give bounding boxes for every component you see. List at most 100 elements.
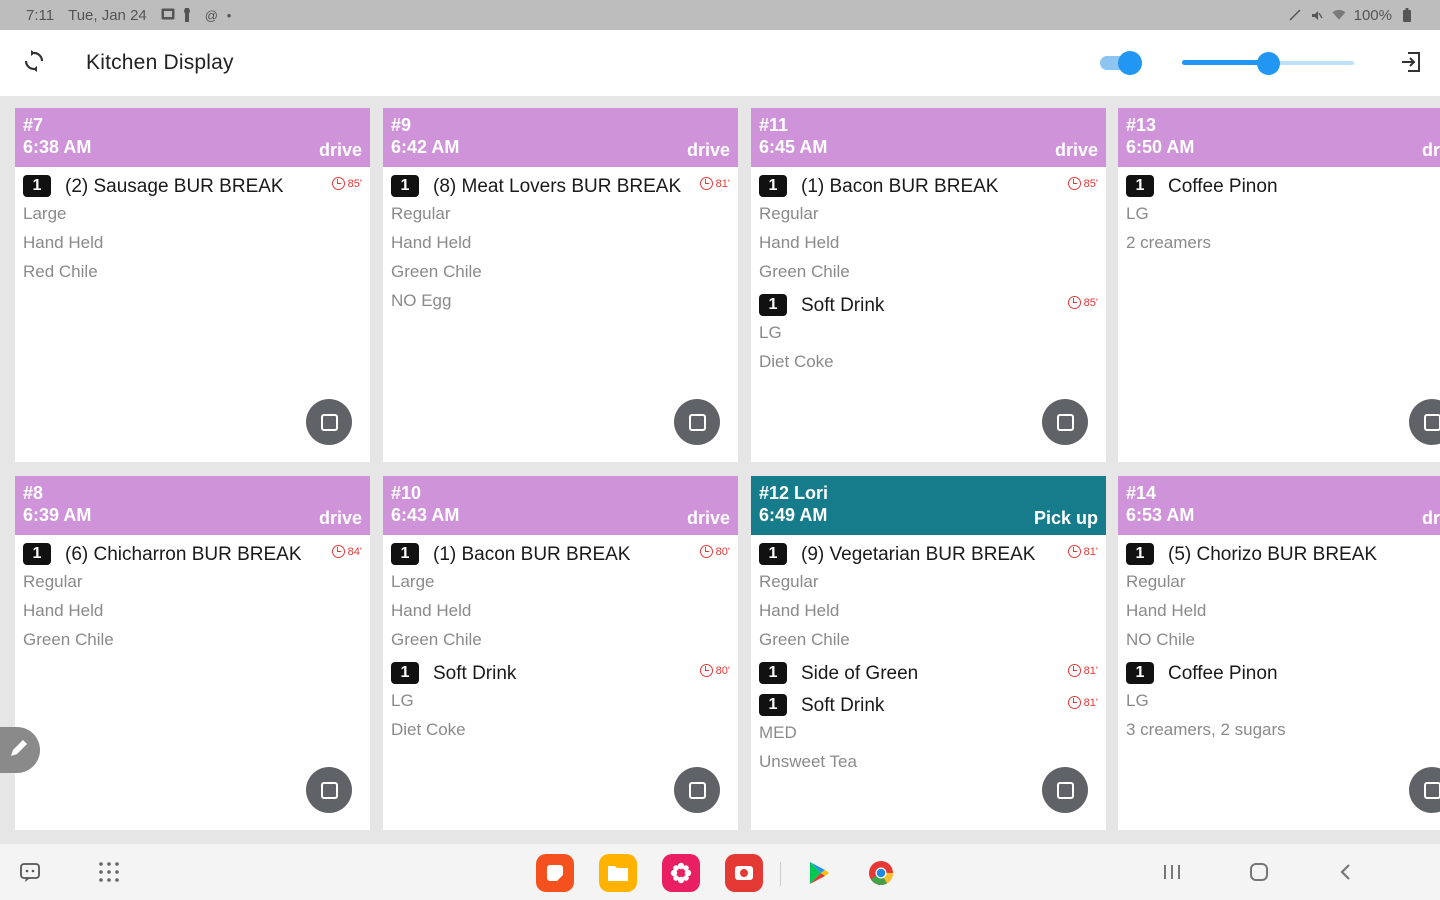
item-name: (1) Bacon BUR BREAK (801, 176, 999, 197)
order-card[interactable]: #12 Lori 6:49 AM Pick up 1 (9) Vegetarian BU… (751, 476, 1106, 830)
item-modifier: NO Chile (1126, 630, 1195, 649)
item-modifier: Hand Held (391, 233, 472, 252)
order-header[interactable]: #7 6:38 AM drive (15, 108, 370, 167)
order-item[interactable]: 1 (2) Sausage BUR BREAK 85' Large Hand Held R… (23, 175, 362, 286)
order-item[interactable]: 1 Coffee Pinon LG 3 creamers, 2 sugars (1126, 662, 1440, 744)
order-item[interactable]: 1 (1) Bacon BUR BREAK 80' Large Hand Held Gre… (391, 543, 730, 654)
bump-order-button[interactable] (674, 767, 720, 813)
order-item[interactable]: 1 (5) Chorizo BUR BREAK Regular Hand Held NO… (1126, 543, 1440, 654)
item-name: (5) Chorizo BUR BREAK (1168, 544, 1378, 565)
back-button[interactable] (1328, 856, 1364, 892)
item-name: (6) Chicharron BUR BREAK (65, 544, 302, 565)
bump-order-button[interactable] (306, 399, 352, 445)
dock-app-files-icon[interactable] (599, 854, 637, 892)
dock-app-chrome-icon[interactable] (862, 854, 900, 892)
order-card[interactable]: #9 6:42 AM drive 1 (8) Meat Lovers BUR BREAK… (383, 108, 738, 462)
item-timer: 85' (1067, 296, 1098, 309)
order-item[interactable]: 1 (1) Bacon BUR BREAK 85' Regular Hand Held G… (759, 175, 1098, 286)
order-items: 1 (6) Chicharron BUR BREAK 84' Regular Hand … (15, 535, 370, 654)
order-number: #11 (759, 115, 789, 135)
dock-app-screen-recorder-icon[interactable] (725, 854, 763, 892)
refresh-button[interactable] (17, 46, 51, 80)
order-card[interactable]: #146:53 AM drive 1 (5) Chorizo BUR BREAK Reg… (1118, 476, 1440, 830)
order-time: 6:50 AM (1126, 137, 1195, 157)
timer-value: 81' (1083, 545, 1098, 558)
home-button[interactable] (1241, 856, 1277, 892)
order-items: 1 Coffee Pinon LG 2 creamers (1118, 167, 1440, 257)
order-time: 6:53 AM (1126, 505, 1195, 525)
slider-handle[interactable] (1257, 52, 1280, 75)
order-number: #12 Lori (759, 483, 829, 503)
quantity-badge: 1 (391, 175, 419, 197)
dock-app-notes-icon[interactable] (536, 854, 574, 892)
assistant-button[interactable] (12, 856, 48, 892)
order-type: drive (318, 508, 362, 528)
order-header[interactable]: #10 6:43 AM drive (383, 476, 738, 535)
refresh-icon (22, 49, 46, 78)
order-type: drive (1054, 140, 1098, 160)
order-header[interactable]: #9 6:42 AM drive (383, 108, 738, 167)
clock-icon (1067, 296, 1081, 309)
order-card[interactable]: #11 6:45 AM drive 1 (1) Bacon BUR BREAK 85' Re… (751, 108, 1106, 462)
item-timer: 81' (1067, 545, 1098, 558)
order-item[interactable]: 1 Coffee Pinon LG 2 creamers (1126, 175, 1440, 257)
order-header[interactable]: #136:50 AM drive (1118, 108, 1440, 167)
order-header[interactable]: #12 Lori 6:49 AM Pick up (751, 476, 1106, 535)
bump-order-button[interactable] (1409, 767, 1440, 813)
order-time: 6:42 AM (391, 137, 460, 157)
item-name: Soft Drink (801, 295, 885, 316)
bump-order-button[interactable] (1042, 767, 1088, 813)
bump-order-button[interactable] (1042, 399, 1088, 445)
notification-gallery-icon (161, 8, 175, 22)
order-item[interactable]: 1 Soft Drink 80' LG Diet Coke (391, 662, 730, 744)
apps-grid-button[interactable] (91, 856, 127, 892)
item-modifier: Green Chile (23, 630, 114, 649)
bump-order-button[interactable] (1409, 399, 1440, 445)
item-modifier: Unsweet Tea (759, 752, 857, 771)
item-modifier: Diet Coke (391, 720, 466, 739)
order-card[interactable]: #7 6:38 AM drive 1 (2) Sausage BUR BREAK 85' L… (15, 108, 370, 462)
item-name: Soft Drink (801, 695, 885, 716)
timer-value: 81' (1083, 696, 1098, 709)
stop-square-icon (1423, 781, 1440, 799)
pencil-icon (8, 737, 30, 764)
recent-apps-button[interactable] (1154, 856, 1190, 892)
item-modifier: Green Chile (759, 630, 850, 649)
order-item[interactable]: 1 (8) Meat Lovers BUR BREAK 81' Regular Hand… (391, 175, 730, 315)
order-number: #9 (391, 115, 412, 135)
item-modifier: Regular (1126, 572, 1186, 591)
order-item[interactable]: 1 (9) Vegetarian BUR BREAK 81' Regular Hand … (759, 543, 1098, 654)
item-name: (8) Meat Lovers BUR BREAK (433, 176, 682, 197)
exit-button[interactable] (1396, 49, 1426, 79)
display-toggle[interactable] (1098, 50, 1144, 76)
clock-icon (699, 664, 713, 677)
quantity-badge: 1 (1126, 662, 1154, 684)
clock-icon (331, 177, 345, 190)
item-modifier: LG (1126, 204, 1149, 223)
order-item[interactable]: 1 (6) Chicharron BUR BREAK 84' Regular Hand … (23, 543, 362, 654)
zoom-slider[interactable] (1182, 50, 1354, 76)
order-item[interactable]: 1 Side of Green 81' (759, 662, 1098, 686)
recents-icon (1161, 863, 1183, 886)
timer-value: 81' (1083, 664, 1098, 677)
order-card[interactable]: #136:50 AM drive 1 Coffee Pinon LG 2 creamers (1118, 108, 1440, 462)
order-time: 6:38 AM (23, 137, 92, 157)
dock-app-play-store-icon[interactable] (800, 854, 838, 892)
order-card[interactable]: #8 6:39 AM drive 1 (6) Chicharron BUR BREAK 8… (15, 476, 370, 830)
order-header[interactable]: #11 6:45 AM drive (751, 108, 1106, 167)
back-icon (1337, 862, 1355, 887)
item-modifier: Green Chile (391, 630, 482, 649)
order-header[interactable]: #8 6:39 AM drive (15, 476, 370, 535)
order-header[interactable]: #146:53 AM drive (1118, 476, 1440, 535)
bump-order-button[interactable] (674, 399, 720, 445)
item-name: Coffee Pinon (1168, 663, 1278, 684)
quantity-badge: 1 (23, 543, 51, 565)
bump-order-button[interactable] (306, 767, 352, 813)
item-name: Coffee Pinon (1168, 176, 1278, 197)
order-item[interactable]: 1 Soft Drink 85' LG Diet Coke (759, 294, 1098, 376)
dock-app-flower-icon[interactable] (662, 854, 700, 892)
order-item[interactable]: 1 Soft Drink 81' MED Unsweet Tea (759, 694, 1098, 776)
item-timer: 80' (699, 545, 730, 558)
order-card[interactable]: #10 6:43 AM drive 1 (1) Bacon BUR BREAK 80' La… (383, 476, 738, 830)
page-title: Kitchen Display (86, 51, 234, 74)
